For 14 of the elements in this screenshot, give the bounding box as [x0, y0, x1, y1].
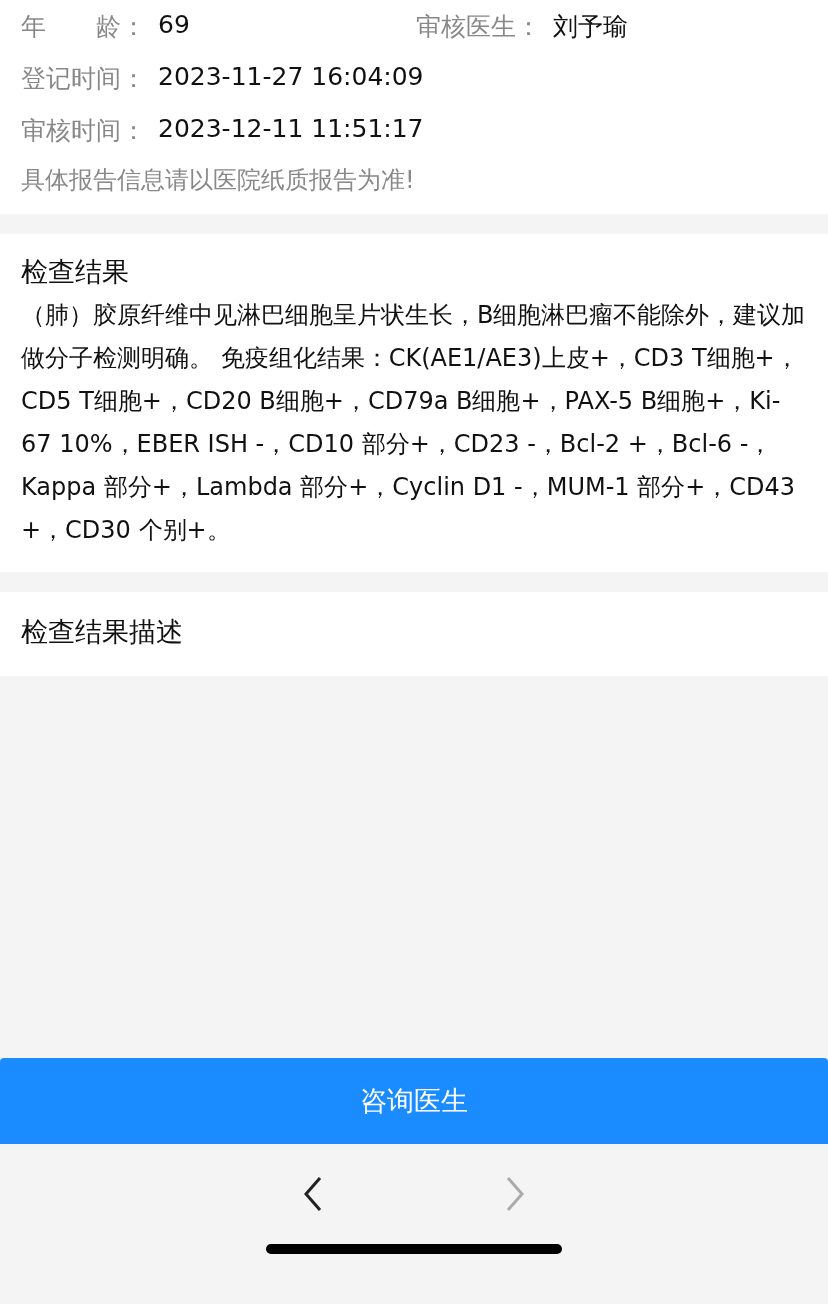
notice-text: 具体报告信息请以医院纸质报告为准! [21, 165, 416, 196]
back-icon[interactable] [303, 1176, 323, 1212]
field-label: 审核医生： [416, 10, 541, 43]
field-value: 2023-12-11 11:51:17 [158, 113, 424, 145]
field-value: 刘予瑜 [553, 10, 628, 43]
result-text: （肺）胶原纤维中见淋巴细胞呈片状生长，B细胞淋巴瘤不能除外，建议加做分子检测明确。 免疫组化结果：CK(AE1/AE3)上皮+，CD3 T细胞+，CD5 T细胞+，CD20 B细胞+，CD79a B细胞+，PAX-5 B细胞+，Ki-67 10%，EBER ISH -，CD10 部分+，CD23 -，Bcl-2 +，Bcl-6 -，Kappa 部分+，Lambda 部分+，Cyclin D1 -，MUM-1 部分+，CD43 +，CD30 个别+。 [21, 300, 807, 546]
field-label: 年 龄： [21, 10, 146, 43]
section-title: 检查结果描述 [21, 615, 184, 649]
consult-button[interactable]: 咨询医生 [0, 1058, 828, 1144]
field-value: 69 [158, 9, 190, 41]
field-label: 审核时间： [21, 114, 146, 147]
field-value: 2023-11-27 16:04:09 [158, 61, 424, 93]
field-label: 登记时间： [21, 62, 146, 95]
section-title: 检查结果 [21, 255, 130, 289]
